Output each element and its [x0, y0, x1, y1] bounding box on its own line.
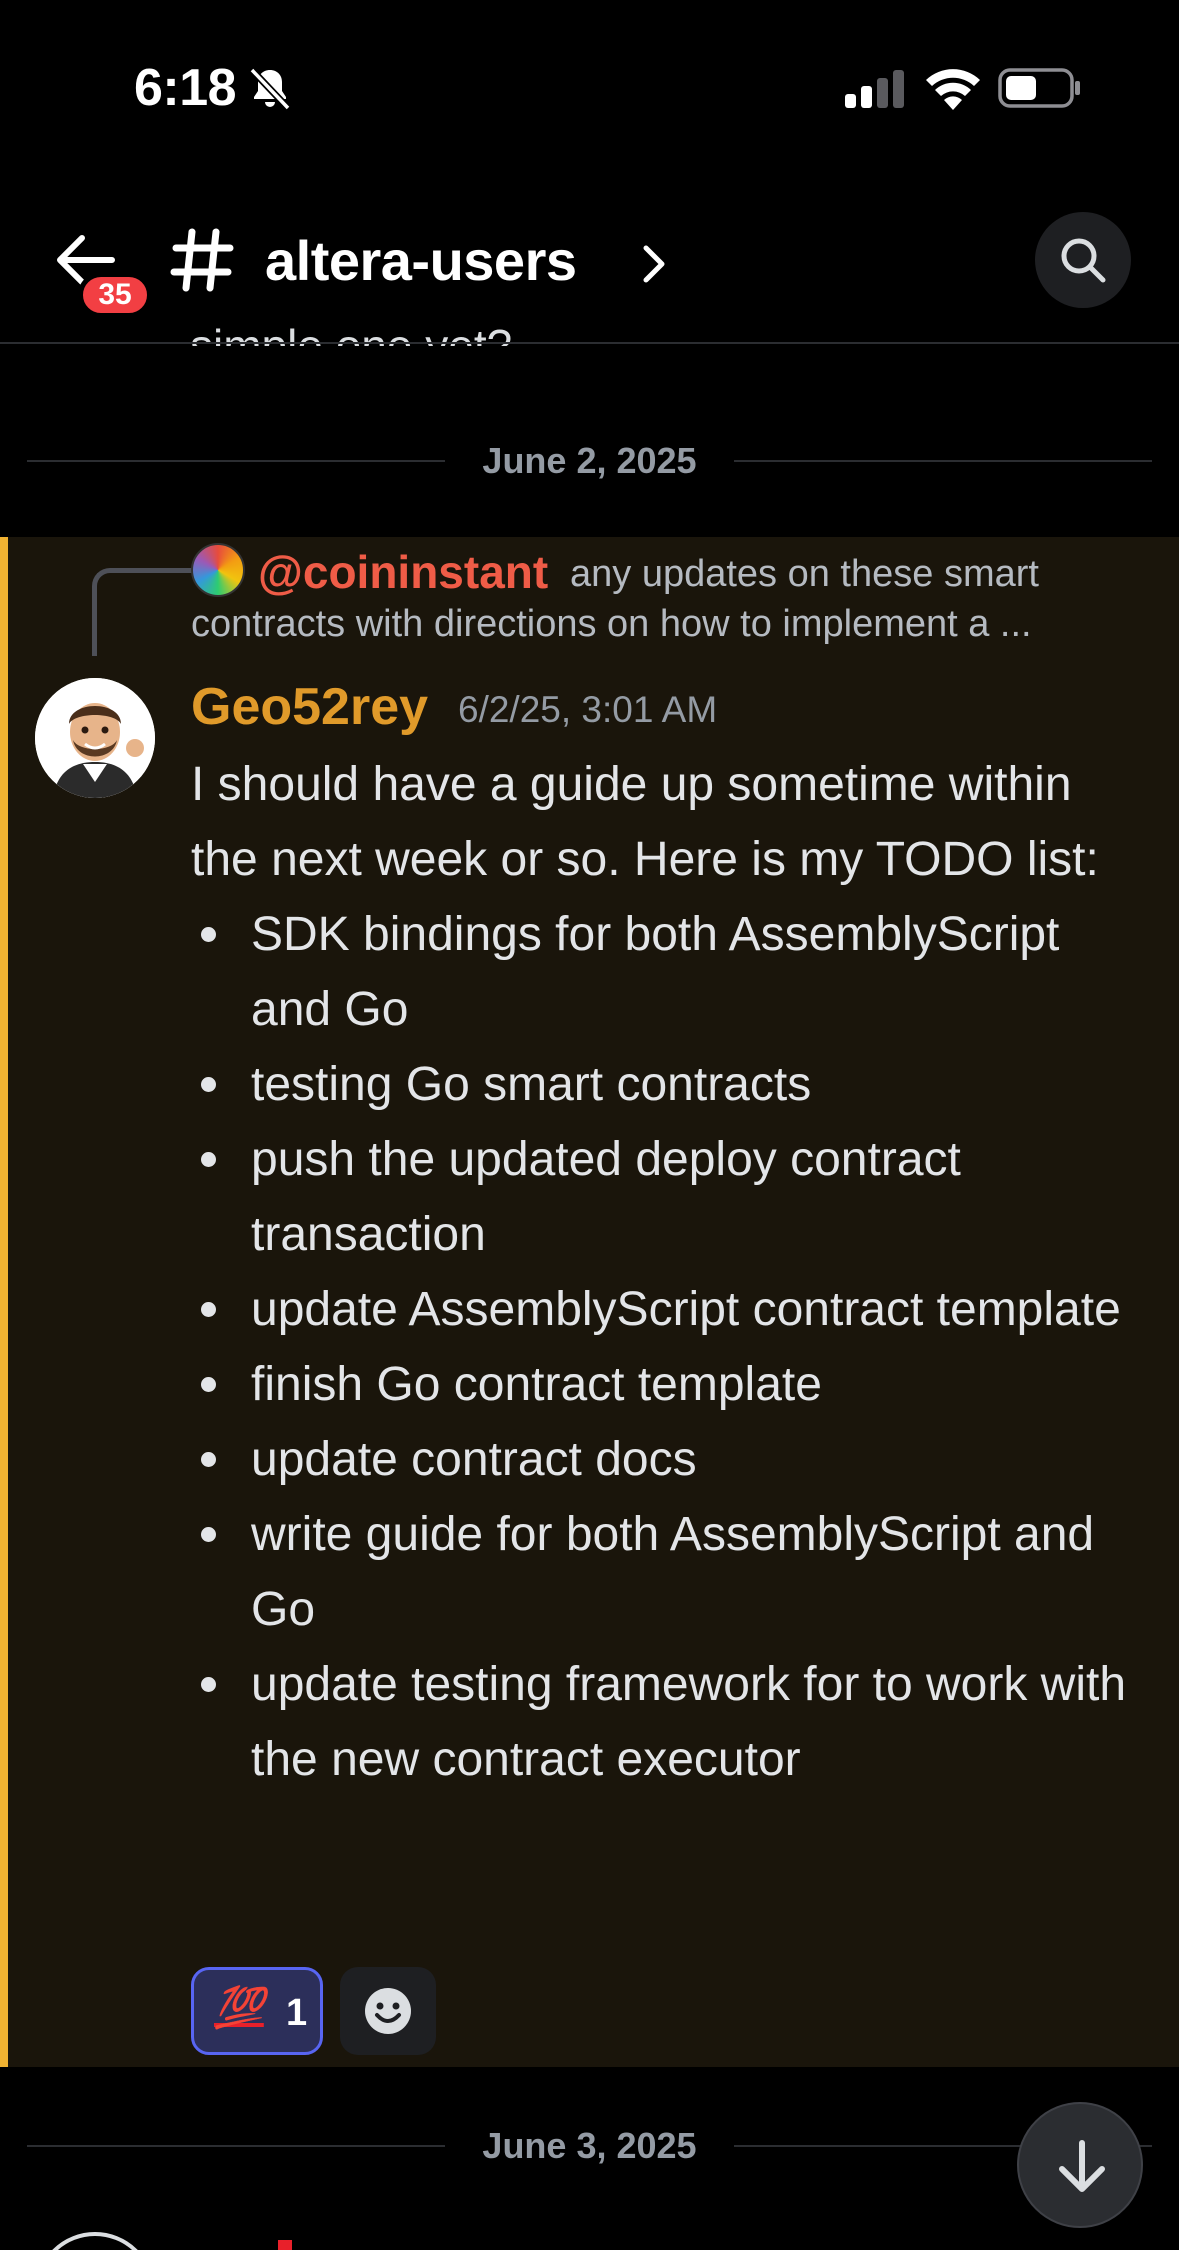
add-reaction-button[interactable]: [340, 1967, 436, 2055]
todo-list: SDK bindings for both AssemblyScript and…: [191, 897, 1151, 1797]
date-divider: June 3, 2025: [27, 2115, 1152, 2175]
reply-avatar[interactable]: [191, 543, 245, 597]
status-time: 6:18: [134, 59, 237, 117]
bitmoji-avatar-icon: [35, 678, 155, 798]
reply-preview[interactable]: any updates on these smart: [570, 553, 1039, 596]
next-message-avatar[interactable]: [35, 2232, 155, 2250]
status-bar: 6:18: [0, 0, 1179, 160]
header-divider: [0, 342, 1179, 344]
cellular-signal-icon: [845, 70, 904, 108]
previous-message-text: simple one yet?: [190, 320, 513, 372]
channel-name[interactable]: altera-users: [265, 228, 577, 293]
unread-badge: 35: [78, 272, 152, 318]
hash-icon: [170, 228, 234, 292]
message-body[interactable]: I should have a guide up sometime within…: [191, 747, 1151, 1797]
search-button[interactable]: [1035, 212, 1131, 308]
date-divider: June 2, 2025: [27, 430, 1152, 490]
reaction-hundred[interactable]: 💯 1: [191, 1967, 323, 2055]
divider-line: [734, 460, 1152, 462]
search-icon: [1061, 238, 1106, 283]
jump-to-present-button[interactable]: [1017, 2102, 1143, 2228]
todo-item: update AssemblyScript contract template: [191, 1272, 1151, 1347]
reply-preview-continued[interactable]: contracts with directions on how to impl…: [191, 603, 1032, 646]
message-intro: I should have a guide up sometime within…: [191, 758, 1099, 886]
todo-item: push the updated deploy contract transac…: [191, 1122, 1151, 1272]
todo-item: finish Go contract template: [191, 1347, 1151, 1422]
smiley-add-icon: [365, 1988, 411, 2034]
author-name[interactable]: Geo52rey: [191, 677, 428, 737]
todo-item: testing Go smart contracts: [191, 1047, 1151, 1122]
wifi-icon: [926, 69, 980, 110]
hundred-points-icon: 💯: [214, 1986, 264, 2030]
message-timestamp: 6/2/25, 3:01 AM: [458, 689, 718, 730]
todo-item: SDK bindings for both AssemblyScript and…: [191, 897, 1151, 1047]
arrow-down-icon: [1059, 2140, 1105, 2192]
battery-icon: [998, 68, 1080, 108]
chat-screen: 6:18 35 altera-users simple one yet? Jun…: [0, 0, 1179, 2250]
author-avatar[interactable]: [35, 678, 155, 798]
reaction-count: 1: [286, 1992, 308, 2034]
todo-item: update contract docs: [191, 1422, 1151, 1497]
reply-mention[interactable]: @coininstant: [258, 545, 548, 599]
bell-slash-icon: [249, 67, 291, 111]
todo-item: update testing framework for to work wit…: [191, 1647, 1151, 1797]
chevron-right-icon[interactable]: [640, 244, 668, 284]
next-message-author: [278, 2240, 292, 2250]
reply-connector: [92, 568, 192, 656]
todo-item: write guide for both AssemblyScript and …: [191, 1497, 1151, 1647]
